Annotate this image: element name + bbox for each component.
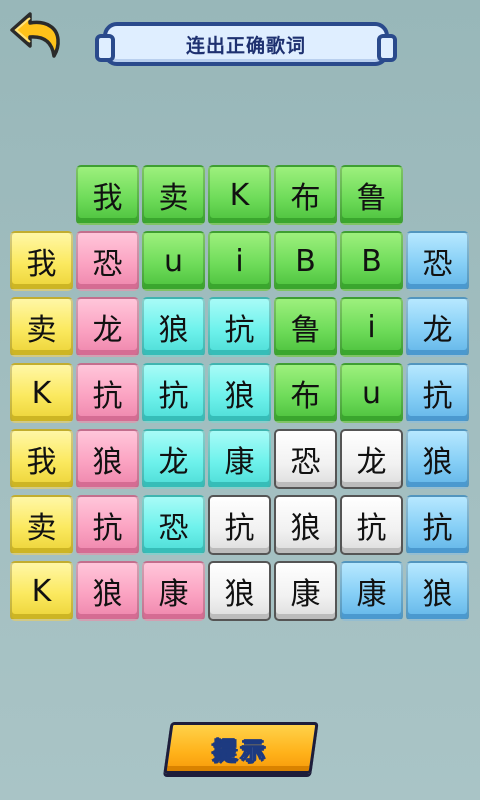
- tile[interactable]: K: [208, 165, 271, 225]
- tile[interactable]: 狼: [142, 297, 205, 357]
- tile[interactable]: 龙: [340, 429, 403, 489]
- tile[interactable]: 康: [208, 429, 271, 489]
- tile[interactable]: K: [10, 363, 73, 423]
- tile[interactable]: 康: [340, 561, 403, 621]
- tile[interactable]: 抗: [340, 495, 403, 555]
- tile[interactable]: 狼: [208, 561, 271, 621]
- tile[interactable]: 抗: [406, 363, 469, 423]
- tile[interactable]: 鲁: [274, 297, 337, 357]
- tile[interactable]: 抗: [208, 297, 271, 357]
- tile[interactable]: 抗: [76, 363, 139, 423]
- tile[interactable]: 狼: [208, 363, 271, 423]
- tile[interactable]: 恐: [274, 429, 337, 489]
- tile[interactable]: 布: [274, 363, 337, 423]
- tile[interactable]: 我: [10, 231, 73, 291]
- tile[interactable]: u: [340, 363, 403, 423]
- tile[interactable]: 卖: [10, 495, 73, 555]
- tile[interactable]: 卖: [142, 165, 205, 225]
- tile[interactable]: 狼: [274, 495, 337, 555]
- tile[interactable]: 抗: [76, 495, 139, 555]
- tile[interactable]: 康: [274, 561, 337, 621]
- tile[interactable]: 龙: [142, 429, 205, 489]
- tile[interactable]: 恐: [76, 231, 139, 291]
- tile[interactable]: 康: [142, 561, 205, 621]
- tile[interactable]: 布: [274, 165, 337, 225]
- tile[interactable]: 狼: [76, 561, 139, 621]
- tile[interactable]: 我: [76, 165, 139, 225]
- tile[interactable]: B: [274, 231, 337, 291]
- tile[interactable]: K: [10, 561, 73, 621]
- tile[interactable]: 我: [10, 429, 73, 489]
- tile[interactable]: 恐: [406, 231, 469, 291]
- hint-button-label: 提示: [213, 736, 270, 765]
- tile[interactable]: i: [208, 231, 271, 291]
- tile[interactable]: 抗: [142, 363, 205, 423]
- hint-button[interactable]: 提示: [163, 722, 319, 774]
- tile[interactable]: 龙: [406, 297, 469, 357]
- tile[interactable]: 龙: [76, 297, 139, 357]
- tile[interactable]: u: [142, 231, 205, 291]
- tile[interactable]: 狼: [76, 429, 139, 489]
- tile[interactable]: 卖: [10, 297, 73, 357]
- tile[interactable]: 恐: [142, 495, 205, 555]
- tile[interactable]: B: [340, 231, 403, 291]
- tile[interactable]: 鲁: [340, 165, 403, 225]
- tile[interactable]: i: [340, 297, 403, 357]
- tile[interactable]: 抗: [208, 495, 271, 555]
- tile[interactable]: 狼: [406, 429, 469, 489]
- tile[interactable]: 抗: [406, 495, 469, 555]
- tile-grid: 我卖K布鲁我恐uiBB恐卖龙狼抗鲁i龙K抗抗狼布u抗我狼龙康恐龙狼卖抗恐抗狼抗抗…: [0, 0, 480, 800]
- tile[interactable]: 狼: [406, 561, 469, 621]
